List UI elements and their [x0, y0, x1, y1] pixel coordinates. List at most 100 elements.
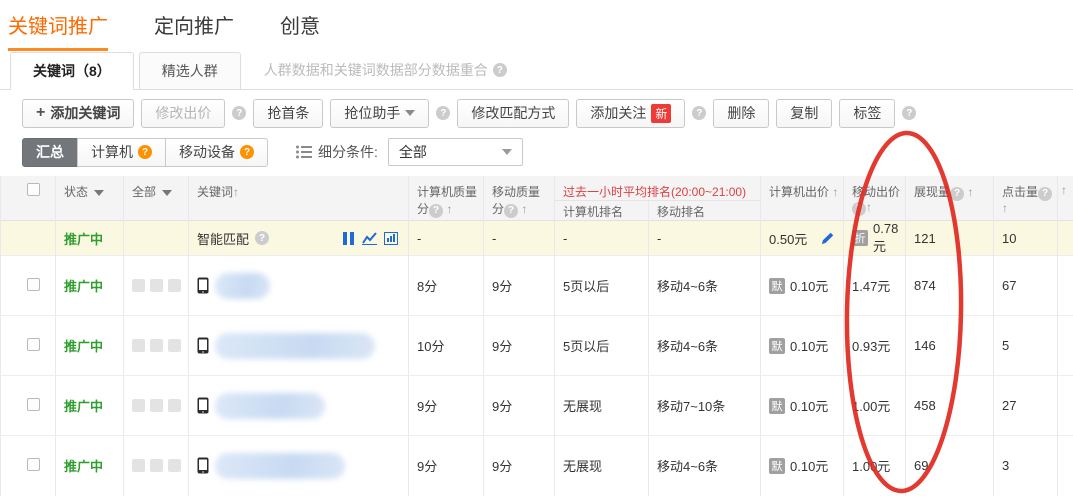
row-pc-rank: 无展现 [555, 376, 649, 436]
header-select-all [1, 176, 56, 221]
sort-asc-icon[interactable]: ↑ [967, 185, 973, 199]
nav-creative[interactable]: 创意 [280, 10, 320, 48]
row-checkbox[interactable] [27, 278, 40, 291]
sort-asc-icon[interactable]: ↑ [233, 185, 239, 199]
copy-button[interactable]: 复制 [776, 99, 832, 128]
header-mobile-rank[interactable]: 移动排名 [649, 201, 761, 221]
help-icon[interactable]: ? [255, 231, 269, 245]
sort-asc-icon[interactable]: ↑ [866, 200, 872, 214]
row-checkbox[interactable] [27, 398, 40, 411]
edit-pencil-icon[interactable] [821, 231, 835, 245]
new-badge: 新 [651, 104, 671, 123]
help-icon[interactable]: ? [504, 204, 518, 218]
help-icon[interactable]: ? [232, 106, 246, 120]
help-icon[interactable]: ? [692, 106, 706, 120]
header-pc-bid-label: 计算机出价 [769, 185, 829, 199]
chevron-down-icon [162, 190, 172, 196]
help-icon[interactable]: ? [852, 202, 866, 216]
modify-match-button[interactable]: 修改匹配方式 [457, 99, 569, 128]
help-icon[interactable]: ? [436, 106, 450, 120]
table-row: 推广中 8分 9分 5页以后 移动4~6条 默0.10元 1.47元 874 6… [1, 256, 1073, 316]
segment-condition-value: 全部 [399, 142, 427, 162]
redacted-blocks [132, 399, 184, 412]
redacted-blocks [132, 279, 184, 292]
header-pc-rank[interactable]: 计算机排名 [555, 201, 649, 221]
row-keyword-cell [189, 376, 409, 436]
help-icon[interactable]: ? [493, 63, 507, 77]
rank-assistant-label: 抢位助手 [344, 103, 400, 123]
sort-asc-icon[interactable]: ↑ [1002, 201, 1008, 215]
add-keyword-button[interactable]: + 添加关键词 [22, 99, 134, 128]
row-select-cell [1, 436, 56, 496]
header-keyword[interactable]: 关键词↑ [189, 176, 409, 221]
tag-button[interactable]: 标签 [839, 99, 895, 128]
header-scope[interactable]: 全部 [124, 176, 189, 221]
row-checkbox[interactable] [27, 458, 40, 471]
summary-keyword-cell: 智能匹配 ? [189, 221, 409, 256]
row-mobile-bid: 1.47元 [844, 256, 906, 316]
grab-first-button[interactable]: 抢首条 [253, 99, 323, 128]
row-clicks: 5 [994, 316, 1058, 376]
nav-targeted-promotion[interactable]: 定向推广 [154, 10, 234, 48]
plus-icon: + [36, 104, 45, 122]
trend-chart-icon[interactable] [362, 232, 377, 245]
sort-asc-icon[interactable]: ↑ [446, 202, 452, 216]
modify-bid-button[interactable]: 修改出价 [141, 99, 225, 128]
sort-asc-icon[interactable]: ↑ [521, 202, 527, 216]
segment-condition-dropdown[interactable]: 全部 [388, 138, 523, 166]
default-bid-badge: 默 [769, 338, 785, 354]
header-impressions[interactable]: 展现量? ↑ [906, 176, 994, 221]
nav-keyword-promotion[interactable]: 关键词推广 [8, 10, 108, 51]
filter-mobile-button[interactable]: 移动设备 ? [165, 138, 268, 167]
help-icon[interactable]: ? [902, 106, 916, 120]
header-status[interactable]: 状态 [56, 176, 124, 221]
sort-asc-icon[interactable]: ↑ [832, 185, 838, 199]
chevron-down-icon [502, 149, 512, 155]
summary-mobile-bid-cell: 折 0.78元 [844, 221, 906, 256]
pause-icon[interactable] [342, 232, 355, 245]
help-icon[interactable]: ? [1038, 187, 1052, 201]
row-pc-rank: 5页以后 [555, 256, 649, 316]
discount-badge: 折 [852, 230, 868, 246]
row-pc-bid-cell: 默0.10元 [761, 316, 844, 376]
select-all-checkbox[interactable] [27, 183, 40, 196]
filter-computer-label: 计算机 [91, 142, 133, 162]
row-pc-quality: 9分 [409, 376, 484, 436]
pc-bid-value: 0.10元 [790, 396, 828, 415]
header-pc-quality[interactable]: 计算机质量分? ↑ [409, 176, 484, 221]
header-mobile-bid[interactable]: 移动出价?↑ [844, 176, 906, 221]
header-next-column-cut[interactable]: ↑ [1058, 176, 1073, 221]
header-mobile-quality[interactable]: 移动质量分? ↑ [484, 176, 555, 221]
help-icon[interactable]: ? [240, 145, 254, 159]
tab-keywords[interactable]: 关键词（8） [10, 52, 134, 90]
filter-computer-button[interactable]: 计算机 ? [77, 138, 166, 167]
summary-impressions: 121 [906, 221, 994, 256]
mobile-phone-icon [197, 337, 209, 354]
tab-selected-audience[interactable]: 精选人群 [139, 52, 241, 89]
row-mobile-bid: 0.93元 [844, 316, 906, 376]
filter-summary-button[interactable]: 汇总 [22, 138, 78, 167]
row-checkbox[interactable] [27, 338, 40, 351]
header-rank-group-label: 过去一小时平均排名(20:00~21:00) [563, 185, 746, 199]
help-icon[interactable]: ? [950, 187, 964, 201]
add-watch-button[interactable]: 添加关注 新 [576, 99, 685, 128]
row-impressions: 69 [906, 436, 994, 496]
delete-button[interactable]: 删除 [713, 99, 769, 128]
redacted-keyword [215, 333, 375, 359]
mobile-phone-icon [197, 457, 209, 474]
header-pc-bid[interactable]: 计算机出价 ↑ [761, 176, 844, 221]
header-clicks[interactable]: 点击量? ↑ [994, 176, 1058, 221]
row-select-cell [1, 316, 56, 376]
sort-asc-icon[interactable]: ↑ [1061, 183, 1067, 197]
filter-mobile-label: 移动设备 [179, 142, 235, 162]
bar-chart-window-icon[interactable] [384, 232, 398, 245]
row-pc-rank: 无展现 [555, 436, 649, 496]
row-scope [124, 376, 189, 436]
help-icon[interactable]: ? [429, 204, 443, 218]
rank-assistant-button[interactable]: 抢位助手 [330, 99, 429, 128]
help-icon[interactable]: ? [138, 145, 152, 159]
redacted-keyword [215, 453, 345, 479]
header-impressions-label: 展现量 [914, 185, 950, 199]
redacted-blocks [132, 339, 184, 352]
row-clicks: 27 [994, 376, 1058, 436]
